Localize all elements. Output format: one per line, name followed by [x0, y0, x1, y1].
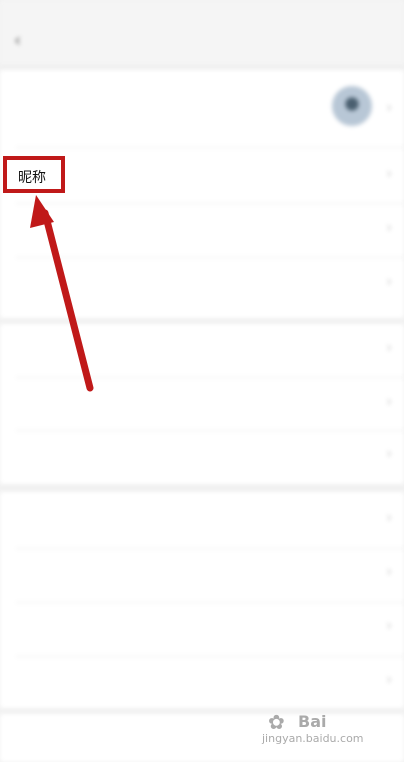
- watermark-text: Bai: [298, 712, 327, 731]
- arrow-shaft: [41, 209, 94, 392]
- profile-screen: ‹ › 昵称 › › ›: [0, 0, 404, 762]
- paw-icon: ✿: [268, 710, 285, 734]
- watermark-url: jingyan.baidu.com: [262, 732, 364, 745]
- baidu-watermark: ✿ Bai jingyan.baidu.com: [258, 710, 378, 750]
- annotation-arrow: [30, 195, 94, 392]
